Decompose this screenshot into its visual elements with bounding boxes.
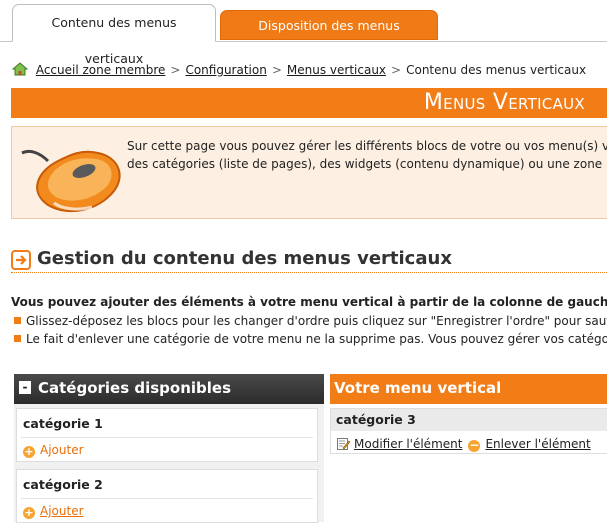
plus-icon: +	[23, 506, 35, 519]
breadcrumb-current: Contenu des menus verticaux	[406, 63, 587, 77]
info-line-1: Sur cette page vous pouvez gérer les dif…	[127, 139, 607, 153]
add-label: Ajouter	[40, 443, 84, 457]
arrow-right-icon	[11, 250, 31, 270]
menu-item-name: catégorie 3	[336, 412, 416, 427]
instruction-text: Le fait d'enlever une catégorie de votre…	[26, 332, 607, 346]
info-box: Sur cette page vous pouvez gérer les dif…	[11, 126, 607, 219]
add-category-button[interactable]: + Ajouter	[23, 504, 84, 519]
computer-mouse-icon	[21, 149, 121, 213]
breadcrumb-configuration[interactable]: Configuration	[185, 63, 266, 77]
category-name: catégorie 2	[23, 477, 103, 492]
breadcrumb-separator: >	[271, 63, 282, 77]
instructions-list: Glissez-déposez les blocs pour les chang…	[14, 312, 607, 348]
category-card[interactable]: catégorie 1 + Ajouter	[16, 408, 318, 462]
home-icon[interactable]	[12, 62, 28, 76]
breadcrumb-separator: >	[170, 63, 181, 77]
vertical-menu-panel: Votre menu vertical catégorie 3 Modifier…	[330, 374, 607, 522]
section-divider	[11, 272, 607, 273]
vertical-menu-title: Votre menu vertical	[334, 379, 502, 397]
tab-disposition[interactable]: Disposition des menus verticaux	[220, 10, 438, 63]
collapse-button[interactable]: -	[19, 381, 31, 394]
bullet-icon	[14, 335, 21, 342]
category-name: catégorie 1	[23, 416, 103, 431]
breadcrumb-accueil[interactable]: Accueil zone membre	[36, 63, 166, 77]
section-title: Gestion du contenu des menus verticaux	[37, 248, 452, 269]
remove-item-link[interactable]: Enlever l'élément	[485, 437, 590, 451]
list-item: Glissez-déposez les blocs pour les chang…	[14, 312, 607, 330]
tab-bar: Contenu des menus verticaux Disposition …	[0, 0, 607, 66]
bullet-icon	[14, 317, 21, 324]
category-card[interactable]: catégorie 2 + Ajouter	[16, 469, 318, 523]
divider	[21, 498, 313, 499]
edit-icon[interactable]	[337, 437, 350, 450]
instruction-text: Glissez-déposez les blocs pour les chang…	[26, 314, 607, 328]
breadcrumb-separator: >	[391, 63, 402, 77]
available-categories-title: Catégories disponibles	[38, 379, 232, 397]
info-text: Sur cette page vous pouvez gérer les dif…	[127, 137, 607, 173]
add-category-button[interactable]: + Ajouter	[23, 443, 84, 458]
available-categories-header: - Catégories disponibles	[14, 374, 324, 404]
divider	[21, 437, 313, 438]
breadcrumb: Accueil zone membre > Configuration > Menus …	[12, 62, 586, 80]
page-title: Menus Verticaux	[423, 90, 585, 115]
menu-item-actions: Modifier l'élément − Enlever l'élément	[337, 437, 591, 452]
vertical-menu-header: Votre menu vertical	[330, 374, 607, 404]
info-line-2: des catégories (liste de pages), des wid…	[127, 157, 607, 171]
available-categories-panel: - Catégories disponibles catégorie 1 + Aj…	[14, 374, 324, 523]
list-item: Le fait d'enlever une catégorie de votre…	[14, 330, 607, 348]
menu-item-header[interactable]: catégorie 3	[331, 409, 607, 431]
plus-icon: +	[23, 445, 35, 458]
menu-item[interactable]: catégorie 3 Modifier l'élément − Enlever l…	[330, 408, 607, 454]
add-label: Ajouter	[40, 504, 84, 518]
breadcrumb-menus-verticaux[interactable]: Menus verticaux	[287, 63, 386, 77]
tab-contenu[interactable]: Contenu des menus verticaux	[12, 4, 216, 66]
remove-icon[interactable]: −	[468, 439, 481, 452]
edit-item-link[interactable]: Modifier l'élément	[354, 437, 462, 451]
instructions-intro: Vous pouvez ajouter des éléments à votre…	[11, 295, 607, 309]
page-title-bar: Menus Verticaux	[11, 88, 607, 118]
